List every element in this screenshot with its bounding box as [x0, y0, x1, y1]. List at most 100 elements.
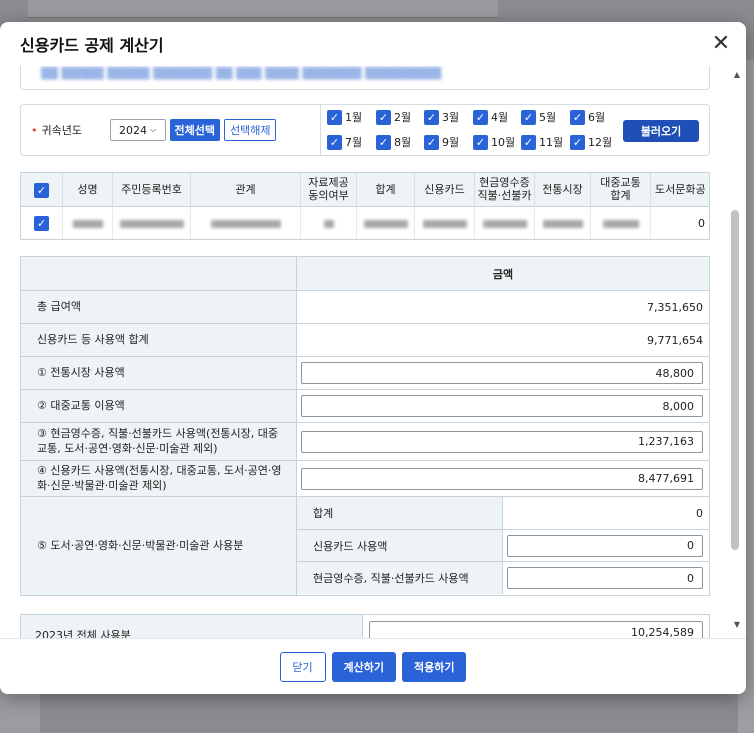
transit-row: ② 대중교통 이용액 8,000 — [21, 390, 709, 423]
redacted-text — [542, 219, 583, 228]
checkbox-checked-icon: ✓ — [521, 134, 536, 150]
column-header-name: 성명 — [63, 173, 113, 207]
load-button[interactable]: 불러오기 — [623, 120, 699, 142]
transit-input[interactable]: 8,000 — [301, 395, 703, 417]
row-transit-redacted — [591, 207, 651, 239]
select-all-button[interactable]: 전체선택 — [169, 119, 220, 141]
cash-cell: 1,237,163 — [297, 423, 709, 460]
modal-title: 신용카드 공제 계산기 — [20, 36, 164, 55]
books-label: ⑤ 도서·공연·영화·신문·박물관·미술관 사용분 — [21, 497, 297, 595]
redacted-text — [72, 219, 103, 228]
calculate-button[interactable]: 계산하기 — [331, 651, 396, 682]
month-label: 3월 — [442, 111, 460, 124]
background-left-panel — [0, 690, 40, 733]
previous-year-input[interactable]: 10,254,589 — [369, 621, 703, 638]
scrollbar[interactable]: ▲ ▼ — [731, 66, 742, 638]
card-total-row: 신용카드 등 사용액 합계 9,771,654 — [21, 324, 709, 357]
checkbox-checked-icon: ✓ — [521, 109, 536, 125]
row-rrn-redacted — [113, 207, 191, 239]
close-icon[interactable]: ✕ — [710, 33, 732, 55]
column-header-market: 전통시장 — [535, 173, 591, 207]
column-header-transit: 대중교통 합계 — [591, 173, 651, 207]
month-checkbox-6[interactable]: ✓ 6월 — [570, 109, 605, 125]
amount-table-header: 금액 — [21, 257, 709, 291]
month-checkbox-3[interactable]: ✓ 3월 — [424, 109, 459, 125]
month-label: 12월 — [588, 136, 613, 149]
books-credit-label: 신용카드 사용액 — [297, 530, 503, 561]
scroll-down-icon[interactable]: ▼ — [734, 620, 740, 629]
month-checkbox-7[interactable]: ✓ 7월 — [327, 134, 362, 150]
month-checkbox-11[interactable]: ✓ 11월 — [521, 134, 563, 150]
books-credit-input[interactable]: 0 — [507, 534, 703, 557]
redacted-text — [363, 219, 408, 228]
modal-header: 신용카드 공제 계산기 ✕ — [0, 22, 746, 66]
books-cash-label: 현금영수증, 직불·선불카드 사용액 — [297, 562, 503, 594]
modal-footer: 닫기 계산하기 적용하기 — [0, 638, 746, 694]
column-header-total: 합계 — [357, 173, 415, 207]
checkbox-checked-icon: ✓ — [376, 134, 391, 150]
amount-header-blank — [21, 257, 297, 290]
header-select-all-checkbox[interactable]: ✓ — [21, 173, 63, 207]
scroll-thumb[interactable] — [731, 210, 739, 550]
redacted-text — [482, 219, 527, 228]
apply-button[interactable]: 적용하기 — [402, 651, 467, 682]
month-checkbox-8[interactable]: ✓ 8월 — [376, 134, 411, 150]
total-salary-label: 총 급여액 — [21, 291, 297, 323]
transit-cell: 8,000 — [297, 390, 709, 422]
scroll-up-icon[interactable]: ▲ — [734, 70, 740, 79]
checkbox-checked-icon: ✓ — [327, 134, 342, 150]
checkbox-checked-icon: ✓ — [570, 109, 585, 125]
books-sum-label: 합계 — [297, 497, 503, 529]
month-checkbox-10[interactable]: ✓ 10월 — [473, 134, 515, 150]
cash-label: ③ 현금영수증, 직불·선불카드 사용액(전통시장, 대중교통, 도서·공연·영… — [21, 423, 297, 460]
month-label: 8월 — [394, 136, 412, 149]
market-input[interactable]: 48,800 — [301, 362, 703, 384]
credit-label: ④ 신용카드 사용액(전통시장, 대중교통, 도서·공연·영화·신문·박물관·미… — [21, 461, 297, 496]
filter-box: • 귀속년도 2024 ⌵ 전체선택 선택해제 ✓ 1월 ✓ 2월 ✓ 3월 ✓ 4월 … — [20, 104, 710, 156]
month-checkbox-2[interactable]: ✓ 2월 — [376, 109, 411, 125]
table-row[interactable]: ✓ 0 — [21, 207, 709, 239]
month-label: 1월 — [345, 111, 363, 124]
market-row: ① 전통시장 사용액 48,800 — [21, 357, 709, 390]
row-market-redacted — [535, 207, 591, 239]
redacted-text — [422, 219, 467, 228]
previous-year-table: 2023년 전체 사용분 10,254,589 — [20, 614, 710, 638]
row-books-value: 0 — [698, 217, 705, 230]
redacted-text — [323, 219, 334, 228]
month-label: 5월 — [539, 111, 557, 124]
checkbox-checked-icon: ✓ — [376, 109, 391, 125]
column-header-books: 도서문화공 — [655, 182, 706, 196]
close-button[interactable]: 닫기 — [279, 651, 326, 682]
month-label: 11월 — [539, 136, 564, 149]
redacted-text — [119, 219, 184, 228]
checkbox-checked-icon: ✓ — [34, 182, 49, 198]
amount-header: 금액 — [297, 257, 709, 290]
checkbox-checked-icon: ✓ — [570, 134, 585, 150]
previous-year-label: 2023년 전체 사용분 — [21, 615, 363, 638]
redacted-text — [602, 219, 639, 228]
month-checkbox-12[interactable]: ✓ 12월 — [570, 134, 612, 150]
cash-input[interactable]: 1,237,163 — [301, 430, 703, 453]
month-label: 4월 — [491, 111, 509, 124]
books-credit-cell: 0 — [503, 530, 709, 561]
background-header-strip — [28, 0, 498, 18]
column-header-rrn: 주민등록번호 — [113, 173, 191, 207]
column-header-consent-line2: 동의여부 — [308, 189, 349, 202]
modal-body[interactable]: ▒▒ ▒▒▒▒▒ ▒▒▒▒▒ ▒▒▒▒▒▒▒ ▒▒ ▒▒▒ ▒▒▒▒ ▒▒▒▒▒… — [0, 66, 746, 638]
year-select[interactable]: 2024 ⌵ — [109, 119, 166, 141]
books-sum-row: 합계 0 — [297, 497, 709, 530]
deselect-all-button[interactable]: 선택해제 — [223, 119, 277, 141]
books-cash-cell: 0 — [503, 562, 709, 594]
month-label: 9월 — [442, 136, 460, 149]
credit-input[interactable]: 8,477,691 — [301, 467, 703, 490]
books-credit-row: 신용카드 사용액 0 — [297, 530, 709, 562]
row-consent-redacted — [301, 207, 357, 239]
total-salary-row: 총 급여액 7,351,650 — [21, 291, 709, 324]
month-checkbox-5[interactable]: ✓ 5월 — [521, 109, 556, 125]
month-checkbox-4[interactable]: ✓ 4월 — [473, 109, 508, 125]
books-cash-input[interactable]: 0 — [507, 567, 703, 589]
month-checkbox-1[interactable]: ✓ 1월 — [327, 109, 362, 125]
month-checkbox-9[interactable]: ✓ 9월 — [424, 134, 459, 150]
market-cell: 48,800 — [297, 357, 709, 389]
row-checkbox[interactable]: ✓ — [21, 207, 63, 239]
